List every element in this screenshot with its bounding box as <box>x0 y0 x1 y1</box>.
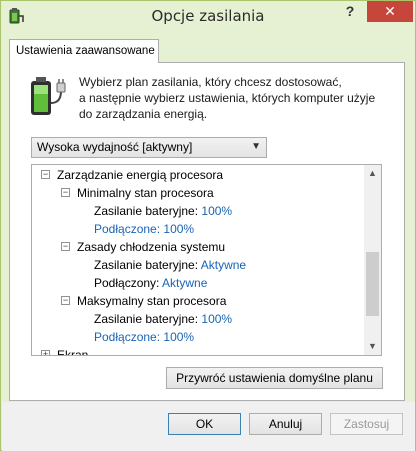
setting-value[interactable]: 100% <box>163 330 194 344</box>
tree-node-processor-power[interactable]: − Zarządzanie energią procesora <box>41 166 223 184</box>
tree-setting-max-plugged[interactable]: Podłączone: 100% <box>94 328 194 346</box>
apply-button[interactable]: Zastosuj <box>330 413 403 435</box>
description-text: Wybierz plan zasilania, który chcesz dos… <box>79 74 394 122</box>
chevron-down-icon: ▼ <box>251 141 261 152</box>
cancel-button[interactable]: Anuluj <box>249 413 322 435</box>
scrollbar-thumb[interactable] <box>366 252 379 316</box>
settings-tree[interactable]: − Zarządzanie energią procesora − Minimaln… <box>31 164 382 356</box>
tree-node-cooling-policy[interactable]: − Zasady chłodzenia systemu <box>61 238 225 256</box>
title-bar[interactable]: Opcje zasilania ? ✕ <box>1 1 415 32</box>
power-plan-select-value: Wysoka wydajność [aktywny] <box>37 140 193 154</box>
tree-setting-cooling-battery[interactable]: Zasilanie bateryjne: Aktywne <box>94 256 246 274</box>
tree-setting-max-battery[interactable]: Zasilanie bateryjne: 100% <box>94 310 232 328</box>
tree-setting-min-battery[interactable]: Zasilanie bateryjne: 100% <box>94 202 232 220</box>
setting-value[interactable]: 100% <box>163 222 194 236</box>
expand-icon[interactable]: + <box>41 350 50 355</box>
collapse-icon[interactable]: − <box>41 170 50 180</box>
battery-plug-icon <box>31 77 66 115</box>
description-line-2: a następnie wybierz ustawienia, których … <box>79 91 376 105</box>
collapse-icon[interactable]: − <box>61 242 70 252</box>
tree-setting-min-plugged[interactable]: Podłączone: 100% <box>94 220 194 238</box>
tree-node-display[interactable]: + Ekran <box>41 346 88 355</box>
description-line-3: do zarządzania energią. <box>79 107 208 121</box>
setting-value[interactable]: 100% <box>201 312 232 326</box>
tab-advanced-settings[interactable]: Ustawienia zaawansowane <box>9 39 159 63</box>
scroll-up-icon[interactable]: ▲ <box>364 165 381 182</box>
collapse-icon[interactable]: − <box>61 188 70 198</box>
setting-value[interactable]: Aktywne <box>162 276 207 290</box>
help-button[interactable]: ? <box>333 1 367 22</box>
dialog-window: Opcje zasilania ? ✕ Ustawienia zaawansow… <box>0 0 416 451</box>
close-button[interactable]: ✕ <box>367 1 413 22</box>
scroll-down-icon[interactable]: ▼ <box>364 338 381 355</box>
description-line-1: Wybierz plan zasilania, który chcesz dos… <box>79 75 342 89</box>
tree-node-min-state[interactable]: − Minimalny stan procesora <box>61 184 214 202</box>
tree-setting-cooling-plugged[interactable]: Podłączony: Aktywne <box>94 274 207 292</box>
power-plan-select[interactable]: Wysoka wydajność [aktywny] ▼ <box>31 137 267 158</box>
setting-value[interactable]: 100% <box>201 204 232 218</box>
restore-defaults-button[interactable]: Przywróć ustawienia domyślne planu <box>166 367 383 389</box>
tree-scrollbar[interactable]: ▲ ▼ <box>364 165 381 355</box>
setting-value[interactable]: Aktywne <box>201 258 246 272</box>
tree-node-max-state[interactable]: − Maksymalny stan procesora <box>61 292 226 310</box>
ok-button[interactable]: OK <box>168 413 241 435</box>
collapse-icon[interactable]: − <box>61 296 70 306</box>
